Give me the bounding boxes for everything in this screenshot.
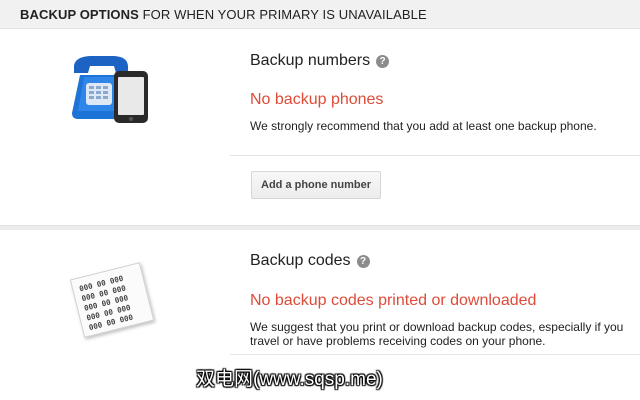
no-backup-phones-status: No backup phones <box>250 91 384 108</box>
telephone-icon <box>72 56 148 123</box>
backup-numbers-section: Backup numbers? No backup phones We stro… <box>0 29 640 225</box>
backup-numbers-title-text: Backup numbers <box>250 52 371 69</box>
backup-codes-title: Backup codes? <box>250 252 370 270</box>
help-icon[interactable]: ? <box>376 55 390 68</box>
backup-codes-sheet-icon: 000 00 000 000 00 000 000 00 000 000 00 … <box>69 260 155 340</box>
add-phone-number-button[interactable]: Add a phone number <box>251 171 381 199</box>
backup-codes-description: We suggest that you print or download ba… <box>250 320 624 348</box>
no-backup-codes-status: No backup codes printed or downloaded <box>250 292 537 309</box>
help-icon[interactable]: ? <box>356 255 370 268</box>
backup-codes-title-text: Backup codes <box>250 252 351 269</box>
watermark: 双电网(www.sqsp.me) <box>196 369 383 390</box>
code-lines: 000 00 000 000 00 000 000 00 000 000 00 … <box>78 274 134 333</box>
divider <box>230 155 640 156</box>
divider <box>230 354 640 355</box>
backup-numbers-title: Backup numbers? <box>250 52 390 70</box>
header-title-rest: FOR WHEN YOUR PRIMARY IS UNAVAILABLE <box>138 7 427 22</box>
backup-options-header: BACKUP OPTIONS FOR WHEN YOUR PRIMARY IS … <box>0 0 640 29</box>
header-title-bold: BACKUP OPTIONS <box>20 7 139 22</box>
header-title: BACKUP OPTIONS FOR WHEN YOUR PRIMARY IS … <box>20 7 427 22</box>
backup-numbers-description: We strongly recommend that you add at le… <box>250 119 597 133</box>
